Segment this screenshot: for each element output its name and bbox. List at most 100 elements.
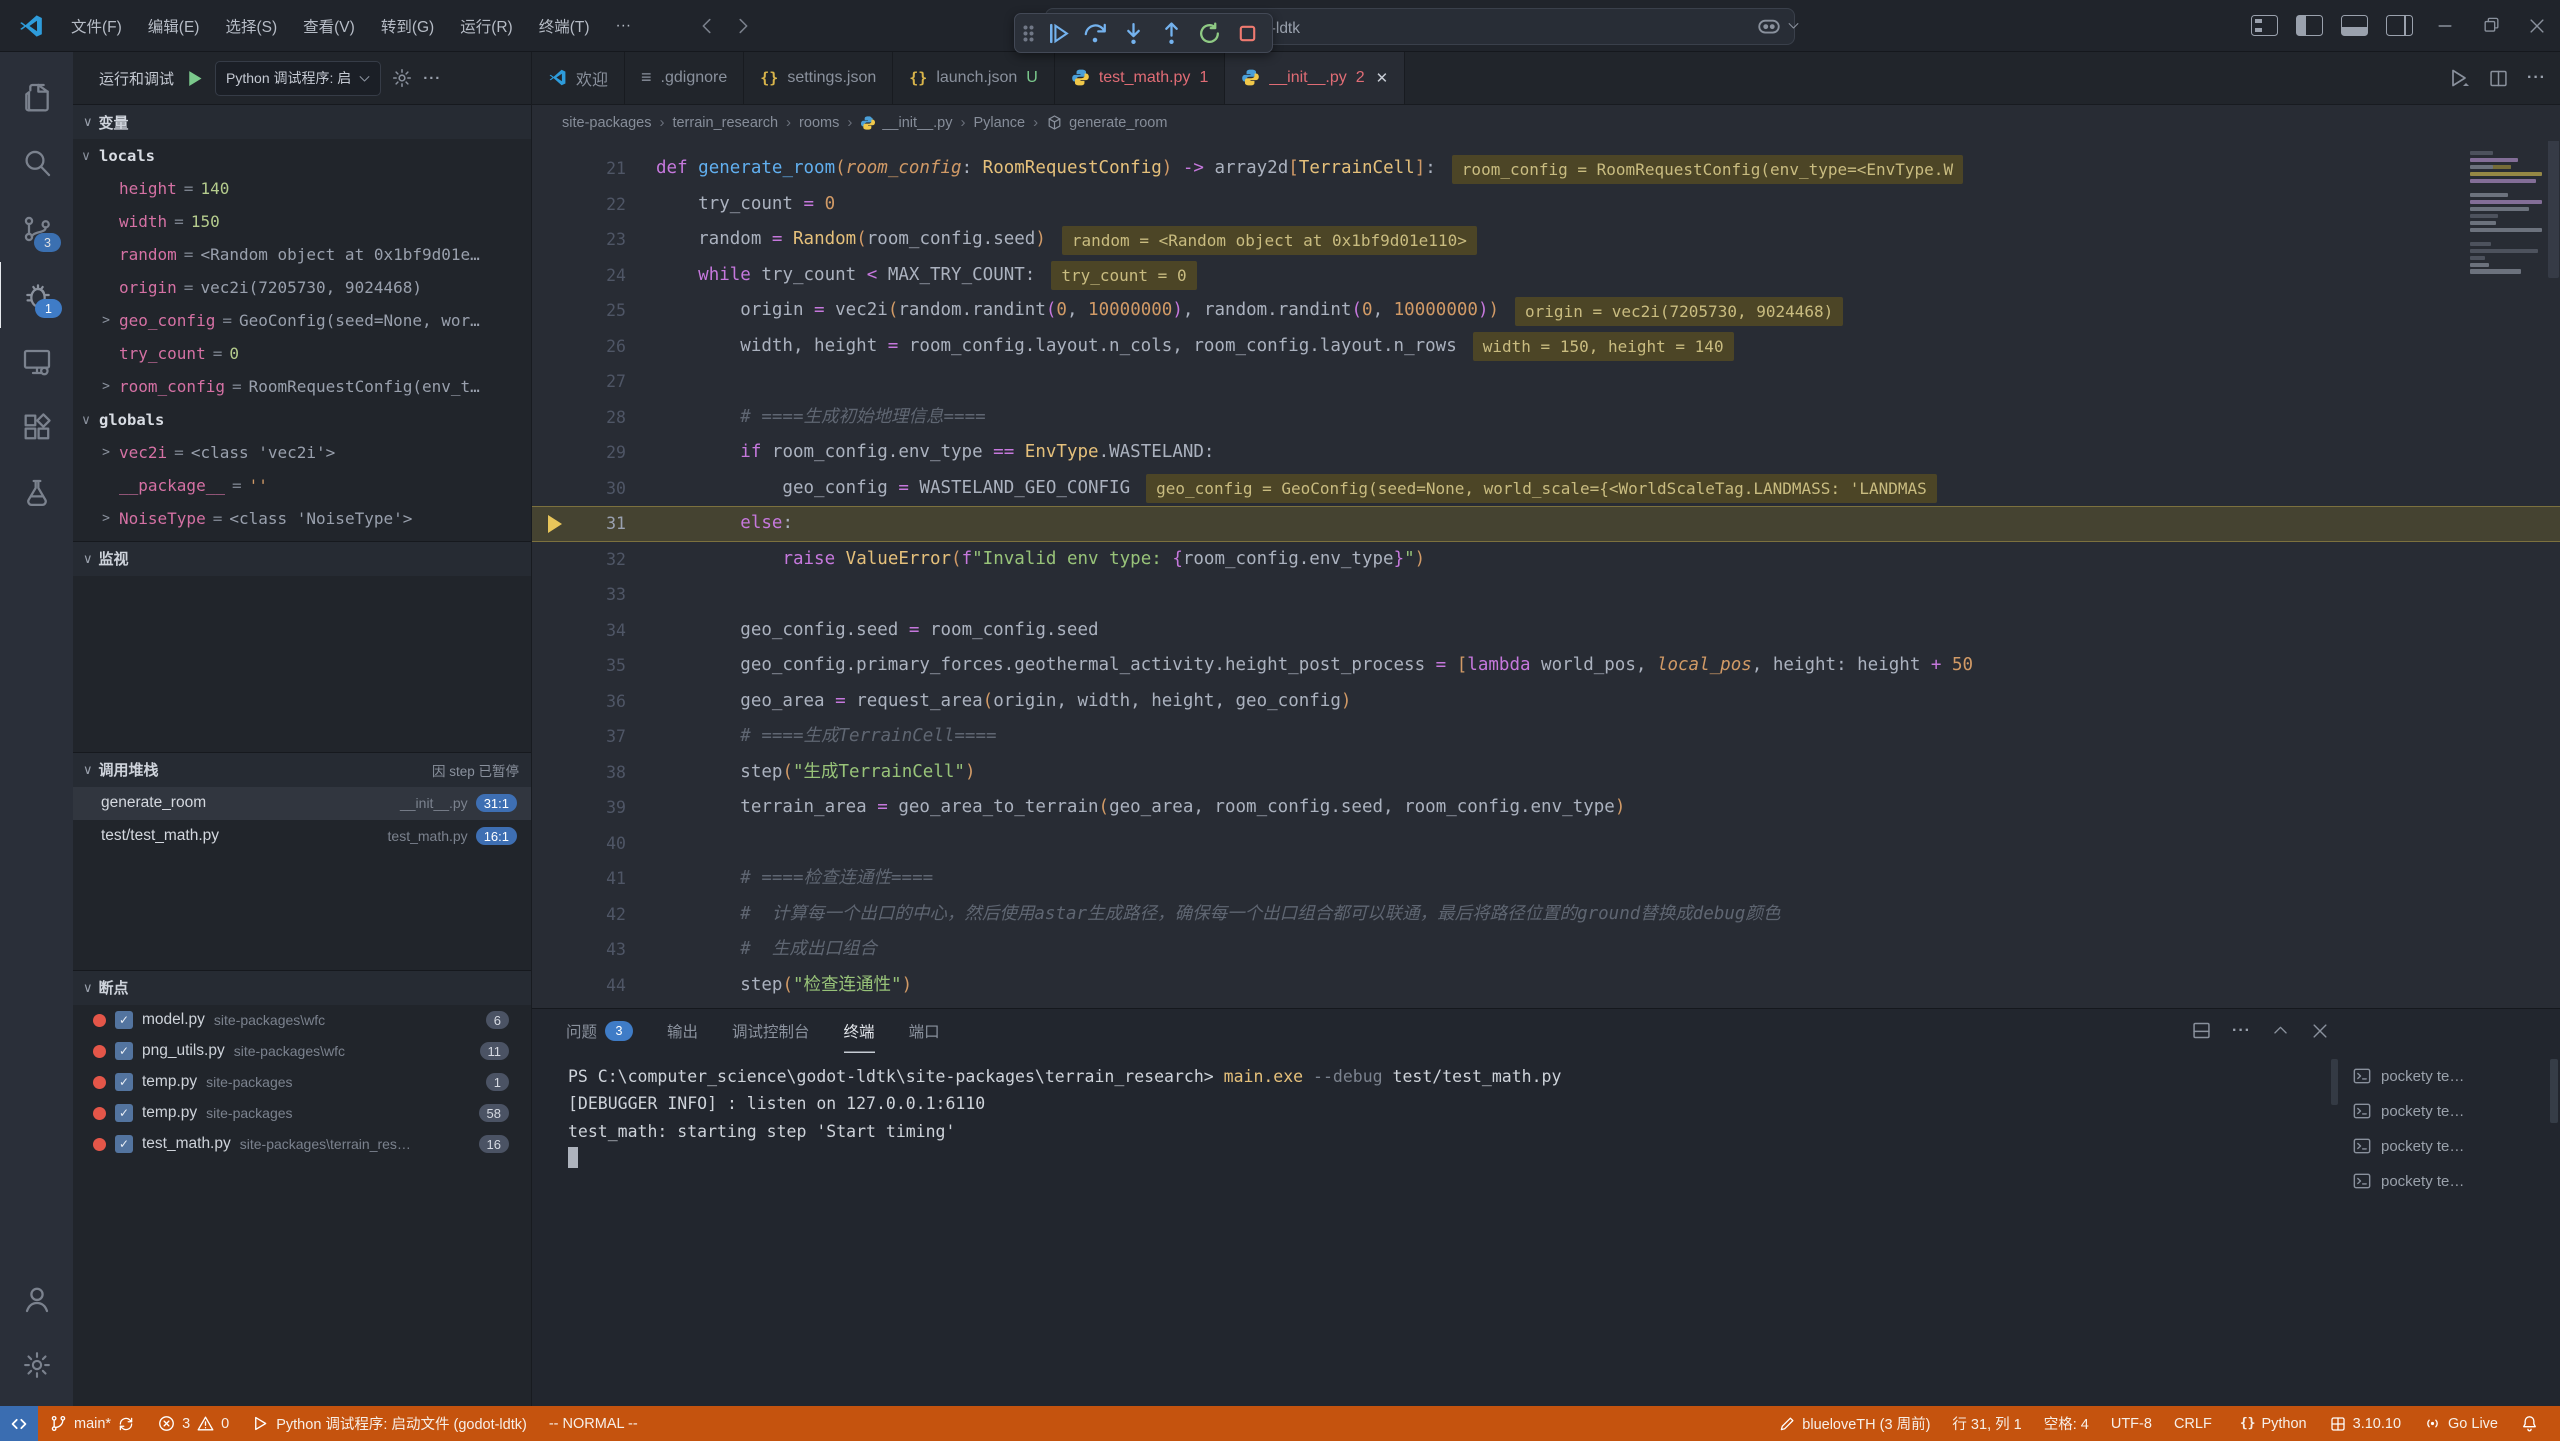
close-button[interactable] bbox=[2514, 0, 2560, 51]
breakpoint-row[interactable]: ✓ test_math.py site-packages\terrain_res… bbox=[73, 1129, 531, 1160]
status-language-mode[interactable]: {}Python bbox=[2223, 1406, 2318, 1441]
breakpoint-checkbox[interactable]: ✓ bbox=[115, 1073, 133, 1091]
menu-item-s[interactable]: 选择(S) bbox=[212, 9, 290, 43]
variable-row[interactable]: try_count=0 bbox=[73, 337, 531, 370]
tab-[interactable]: 欢迎 bbox=[532, 52, 625, 104]
step-out-button[interactable] bbox=[1154, 17, 1188, 49]
menu-item-[interactable]: ··· bbox=[603, 11, 645, 41]
terminal-list-scrollbar[interactable] bbox=[2550, 1059, 2558, 1123]
step-over-button[interactable] bbox=[1078, 17, 1112, 49]
close-icon[interactable]: ✕ bbox=[1376, 69, 1389, 87]
drag-handle[interactable] bbox=[1023, 25, 1034, 42]
editor-scrollbar[interactable] bbox=[2548, 141, 2559, 278]
code-line-44[interactable]: 44 step("检查连通性") bbox=[532, 968, 2560, 1004]
terminal-instance[interactable]: pockety te… bbox=[2346, 1164, 2546, 1199]
more-actions-icon[interactable]: ··· bbox=[423, 70, 441, 87]
customize-layout-icon[interactable] bbox=[2251, 15, 2278, 36]
activity-manage[interactable] bbox=[0, 1332, 73, 1398]
code-line-28[interactable]: 28 # ====生成初始地理信息==== bbox=[532, 400, 2560, 436]
maximize-panel-icon[interactable] bbox=[2271, 1021, 2290, 1040]
panel-tab-问题[interactable]: 问题3 bbox=[566, 1009, 633, 1053]
panel-more-actions-icon[interactable]: ··· bbox=[2232, 1022, 2251, 1040]
code-line-22[interactable]: 22 try_count = 0 bbox=[532, 187, 2560, 223]
breadcrumb-item[interactable]: generate_room bbox=[1046, 114, 1167, 131]
panel-layout-icon[interactable] bbox=[2191, 1020, 2212, 1041]
status-problems[interactable]: 30 bbox=[146, 1406, 240, 1441]
variable-row[interactable]: width=150 bbox=[73, 205, 531, 238]
continue-button[interactable] bbox=[1040, 17, 1074, 49]
variable-group-locals[interactable]: ∨locals bbox=[73, 139, 531, 172]
panel-tab-端口[interactable]: 端口 bbox=[909, 1009, 940, 1053]
step-into-button[interactable] bbox=[1116, 17, 1150, 49]
panel-tab-输出[interactable]: 输出 bbox=[667, 1009, 698, 1053]
breakpoint-checkbox[interactable]: ✓ bbox=[115, 1011, 133, 1029]
restore-button[interactable] bbox=[2468, 0, 2514, 51]
breakpoint-row[interactable]: ✓ model.py site-packages\wfc 6 bbox=[73, 1005, 531, 1036]
panel-tab-终端[interactable]: 终端 bbox=[844, 1009, 875, 1053]
status-encoding[interactable]: UTF-8 bbox=[2100, 1406, 2163, 1441]
breadcrumb-item[interactable]: terrain_research bbox=[672, 115, 778, 131]
code-line-20[interactable]: 20 bbox=[532, 141, 2560, 152]
code-line-31[interactable]: 31 else: bbox=[532, 506, 2560, 542]
variable-row[interactable]: >room_config=RoomRequestConfig(env_t… bbox=[73, 370, 531, 403]
call-stack-frame[interactable]: test/test_math.py test_math.py 16:1 bbox=[73, 820, 531, 853]
stop-button[interactable] bbox=[1230, 17, 1264, 49]
call-stack-section-header[interactable]: ∨ 调用堆栈 因 step 已暂停 bbox=[73, 752, 531, 787]
variable-row[interactable]: height=140 bbox=[73, 172, 531, 205]
minimize-button[interactable] bbox=[2422, 0, 2468, 51]
breakpoint-checkbox[interactable]: ✓ bbox=[115, 1042, 133, 1060]
tab-test_math.py[interactable]: test_math.py1 bbox=[1055, 52, 1226, 104]
menu-item-f[interactable]: 文件(F) bbox=[58, 9, 135, 43]
activity-remote-explorer[interactable] bbox=[0, 328, 73, 394]
code-line-34[interactable]: 34 geo_config.seed = room_config.seed bbox=[532, 613, 2560, 649]
activity-explorer[interactable] bbox=[0, 64, 73, 130]
code-line-33[interactable]: 33 bbox=[532, 577, 2560, 613]
variable-row[interactable]: >vec2i=<class 'vec2i'> bbox=[73, 436, 531, 469]
activity-extensions[interactable] bbox=[0, 394, 73, 460]
breadcrumb-item[interactable]: Pylance bbox=[973, 115, 1025, 131]
watch-section-header[interactable]: ∨ 监视 bbox=[73, 541, 531, 576]
activity-search[interactable] bbox=[0, 130, 73, 196]
toggle-primary-sidebar-icon[interactable] bbox=[2296, 15, 2323, 36]
restart-button[interactable] bbox=[1192, 17, 1226, 49]
status-git-branch[interactable]: main* bbox=[38, 1406, 146, 1441]
code-line-39[interactable]: 39 terrain_area = geo_area_to_terrain(ge… bbox=[532, 790, 2560, 826]
activity-run-and-debug[interactable]: 1 bbox=[0, 262, 74, 328]
menu-item-v[interactable]: 查看(V) bbox=[290, 9, 368, 43]
toggle-panel-icon[interactable] bbox=[2341, 15, 2368, 36]
terminal-instance[interactable]: pockety te… bbox=[2346, 1059, 2546, 1094]
code-line-41[interactable]: 41 # ====检查连通性==== bbox=[532, 861, 2560, 897]
code-line-24[interactable]: 24 while try_count < MAX_TRY_COUNT:try_c… bbox=[532, 258, 2560, 294]
code-line-23[interactable]: 23 random = Random(room_config.seed)rand… bbox=[532, 222, 2560, 258]
panel-tab-调试控制台[interactable]: 调试控制台 bbox=[732, 1009, 810, 1053]
status-vim-mode[interactable]: -- NORMAL -- bbox=[538, 1406, 649, 1441]
code-line-26[interactable]: 26 width, height = room_config.layout.n_… bbox=[532, 329, 2560, 365]
debug-config-dropdown[interactable]: Python 调试程序: 启 bbox=[215, 61, 381, 96]
breadcrumb-item[interactable]: __init__.py bbox=[860, 115, 952, 131]
terminal-instance[interactable]: pockety te… bbox=[2346, 1094, 2546, 1129]
start-debug-icon[interactable] bbox=[184, 68, 205, 89]
status-indentation[interactable]: 空格: 4 bbox=[2033, 1406, 2100, 1441]
tab-.gdignore[interactable]: ≡.gdignore bbox=[625, 52, 744, 104]
breakpoint-row[interactable]: ✓ temp.py site-packages 1 bbox=[73, 1067, 531, 1098]
activity-testing[interactable] bbox=[0, 460, 73, 526]
breakpoint-row[interactable]: ✓ png_utils.py site-packages\wfc 11 bbox=[73, 1036, 531, 1067]
status-python-version[interactable]: 3.10.10 bbox=[2318, 1406, 2412, 1441]
code-line-27[interactable]: 27 bbox=[532, 364, 2560, 400]
editor-more-actions-icon[interactable]: ··· bbox=[2527, 69, 2546, 87]
code-line-21[interactable]: 21def generate_room(room_config: RoomReq… bbox=[532, 151, 2560, 187]
breakpoints-section-header[interactable]: ∨ 断点 bbox=[73, 970, 531, 1005]
code-line-32[interactable]: 32 raise ValueError(f"Invalid env type: … bbox=[532, 542, 2560, 578]
code-line-36[interactable]: 36 geo_area = request_area(origin, width… bbox=[532, 684, 2560, 720]
copilot-button[interactable] bbox=[1756, 12, 1801, 38]
status-remote-indicator[interactable] bbox=[0, 1406, 38, 1441]
variables-section-header[interactable]: ∨ 变量 bbox=[73, 104, 531, 139]
status-notifications[interactable] bbox=[2509, 1406, 2550, 1441]
back-arrow-icon[interactable] bbox=[696, 15, 718, 37]
code-line-35[interactable]: 35 geo_config.primary_forces.geothermal_… bbox=[532, 648, 2560, 684]
code-line-43[interactable]: 43 # 生成出口组合 bbox=[532, 932, 2560, 968]
code-line-30[interactable]: 30 geo_config = WASTELAND_GEO_CONFIGgeo_… bbox=[532, 471, 2560, 507]
status-go-live[interactable]: Go Live bbox=[2412, 1406, 2509, 1441]
code-line-42[interactable]: 42 # 计算每一个出口的中心，然后使用astar生成路径，确保每一个出口组合都… bbox=[532, 897, 2560, 933]
activity-accounts[interactable] bbox=[0, 1266, 73, 1332]
